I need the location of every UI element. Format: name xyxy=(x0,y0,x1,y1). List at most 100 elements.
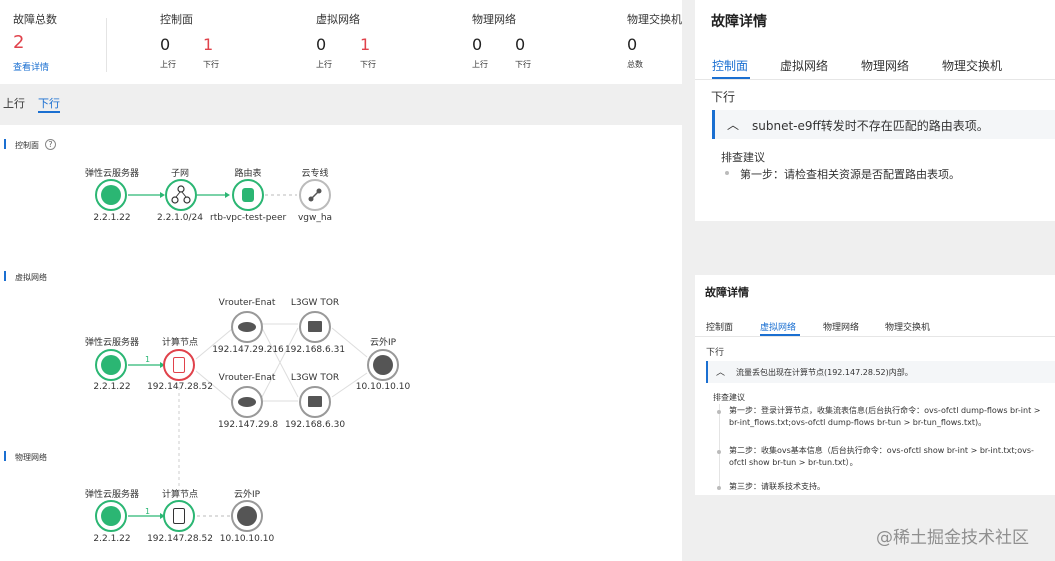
switch-icon[interactable] xyxy=(299,311,331,343)
tab-down-underline xyxy=(38,111,60,113)
compute-node-icon[interactable] xyxy=(163,349,195,381)
step-bullet xyxy=(717,410,721,414)
tab-switch[interactable]: 物理交换机 xyxy=(942,57,1002,74)
node-sub: 2.2.1.22 xyxy=(93,382,131,392)
detail-title: 故障详情 xyxy=(705,286,749,299)
tab-down[interactable]: 下行 xyxy=(38,95,60,111)
step-bullet xyxy=(725,171,729,175)
step-bullet xyxy=(717,486,721,490)
switch-icon[interactable] xyxy=(299,386,331,418)
node-label: 云外IP xyxy=(369,338,397,348)
node-sub: 2.2.1.0/24 xyxy=(157,213,203,223)
issue-text: 流量丢包出现在计算节点(192.147.28.52)内部。 xyxy=(736,368,913,377)
node-label: 子网 xyxy=(170,169,189,179)
step-text: 第一步：登录计算节点，收集流表信息(后台执行命令：ovs-ofctl dump-… xyxy=(729,406,1041,427)
section-bar xyxy=(4,451,6,461)
detail-title: 故障详情 xyxy=(711,14,767,30)
node-label: 云外IP xyxy=(233,490,261,500)
physical-up-label: 上行 xyxy=(472,60,488,69)
control-down-value[interactable]: 1 xyxy=(203,35,213,54)
topology-panel: 控制面 ? 弹性云服务器 2.2.1.22 子网 2.2.1.0/24 路由表 … xyxy=(0,125,682,561)
summary-bar: 故障总数 2 查看详情 控制面 0 1 上行 下行 虚拟网络 0 1 上行 下行… xyxy=(0,0,682,84)
physical-down-value[interactable]: 0 xyxy=(515,35,525,54)
section-title-control: 控制面 xyxy=(15,141,39,150)
virtual-up-value[interactable]: 0 xyxy=(316,35,326,54)
group-title-switch: 物理交换机 xyxy=(627,13,682,26)
tab-up[interactable]: 上行 xyxy=(3,95,25,111)
tab-physical[interactable]: 物理网络 xyxy=(861,57,909,74)
step-text: 第三步：请联系技术支持。 xyxy=(729,482,825,491)
virtual-down-value[interactable]: 1 xyxy=(360,35,370,54)
router-icon[interactable] xyxy=(231,311,263,343)
node-sub: 192.168.6.31 xyxy=(284,345,346,355)
detail-panel-virtual: 故障详情 控制面 虚拟网络 物理网络 物理交换机 下行 ︿ 流量丢包出现在计算节… xyxy=(695,275,1055,495)
step-bullet xyxy=(717,450,721,454)
node-label: L3GW TOR xyxy=(290,298,340,308)
tab-physical[interactable]: 物理网络 xyxy=(823,320,859,333)
steps-rail xyxy=(719,404,720,489)
total-faults-value: 2 xyxy=(13,32,25,53)
node-sub: 10.10.10.10 xyxy=(355,382,411,392)
tab-control[interactable]: 控制面 xyxy=(706,320,733,333)
node-label: 路由表 xyxy=(234,169,262,179)
step-text: 第二步：收集ovs基本信息（后台执行命令：ovs-ofctl show br-i… xyxy=(729,446,1034,467)
globe-icon[interactable] xyxy=(231,500,263,532)
section-title-virtual: 虚拟网络 xyxy=(15,273,47,282)
advice-title: 排查建议 xyxy=(713,393,745,402)
compute-node-icon[interactable] xyxy=(163,500,195,532)
node-label: 云专线 xyxy=(301,169,329,179)
node-sub: 192.147.28.52 xyxy=(147,382,213,392)
node-label: Vrouter-Enat xyxy=(218,298,276,308)
node-sub: 192.168.6.30 xyxy=(284,420,346,430)
node-sub: 192.147.29.216 xyxy=(212,345,284,355)
chevron-up-icon[interactable]: ︿ xyxy=(716,365,725,378)
cloud-icon[interactable] xyxy=(95,500,127,532)
route-table-icon[interactable] xyxy=(232,179,264,211)
control-up-value[interactable]: 0 xyxy=(160,35,170,54)
group-title-control: 控制面 xyxy=(160,13,193,26)
group-title-physical: 物理网络 xyxy=(472,13,516,26)
physical-up-value[interactable]: 0 xyxy=(472,35,482,54)
control-up-label: 上行 xyxy=(160,60,176,69)
divider xyxy=(106,18,107,72)
group-title-virtual: 虚拟网络 xyxy=(316,13,360,26)
node-label: Vrouter-Enat xyxy=(218,373,276,383)
control-down-label: 下行 xyxy=(203,60,219,69)
chevron-up-icon[interactable]: ︿ xyxy=(727,116,739,133)
globe-icon[interactable] xyxy=(367,349,399,381)
subnet-icon[interactable] xyxy=(165,179,197,211)
node-sub: 192.147.29.8 xyxy=(217,420,279,430)
virtual-up-label: 上行 xyxy=(316,60,332,69)
switch-total-label: 总数 xyxy=(627,60,643,69)
node-sub: 10.10.10.10 xyxy=(219,534,275,544)
watermark: @稀土掘金技术社区 xyxy=(876,528,1029,548)
tab-control[interactable]: 控制面 xyxy=(712,57,748,74)
direction-label: 下行 xyxy=(711,90,736,104)
cloud-icon[interactable] xyxy=(95,179,127,211)
node-label: L3GW TOR xyxy=(290,373,340,383)
link-count: 1 xyxy=(145,507,151,516)
node-label: 弹性云服务器 xyxy=(84,169,139,179)
detail-panel-control: 故障详情 控制面 虚拟网络 物理网络 物理交换机 下行 ︿ subnet-e9f… xyxy=(695,0,1055,221)
question-circle-icon[interactable]: ? xyxy=(45,139,56,150)
tab-virtual[interactable]: 虚拟网络 xyxy=(760,320,796,333)
section-title-physical: 物理网络 xyxy=(15,453,47,462)
direct-connect-icon[interactable] xyxy=(299,179,331,211)
node-label: 计算节点 xyxy=(161,490,198,500)
node-sub: 192.147.28.52 xyxy=(147,534,213,544)
cloud-icon[interactable] xyxy=(95,349,127,381)
switch-total-value[interactable]: 0 xyxy=(627,35,637,54)
issue-text: subnet-e9ff转发时不存在匹配的路由表项。 xyxy=(752,119,989,133)
router-icon[interactable] xyxy=(231,386,263,418)
node-label: 弹性云服务器 xyxy=(84,338,139,348)
tabs-divider xyxy=(695,79,1055,80)
tab-switch[interactable]: 物理交换机 xyxy=(885,320,930,333)
tabs-divider xyxy=(695,336,1055,337)
view-detail-link[interactable]: 查看详情 xyxy=(13,60,49,73)
tab-virtual[interactable]: 虚拟网络 xyxy=(780,57,828,74)
node-sub: rtb-vpc-test-peer xyxy=(210,213,287,223)
physical-down-label: 下行 xyxy=(515,60,531,69)
node-sub: 2.2.1.22 xyxy=(93,534,131,544)
advice-title: 排查建议 xyxy=(721,151,765,164)
node-sub: 2.2.1.22 xyxy=(93,213,131,223)
